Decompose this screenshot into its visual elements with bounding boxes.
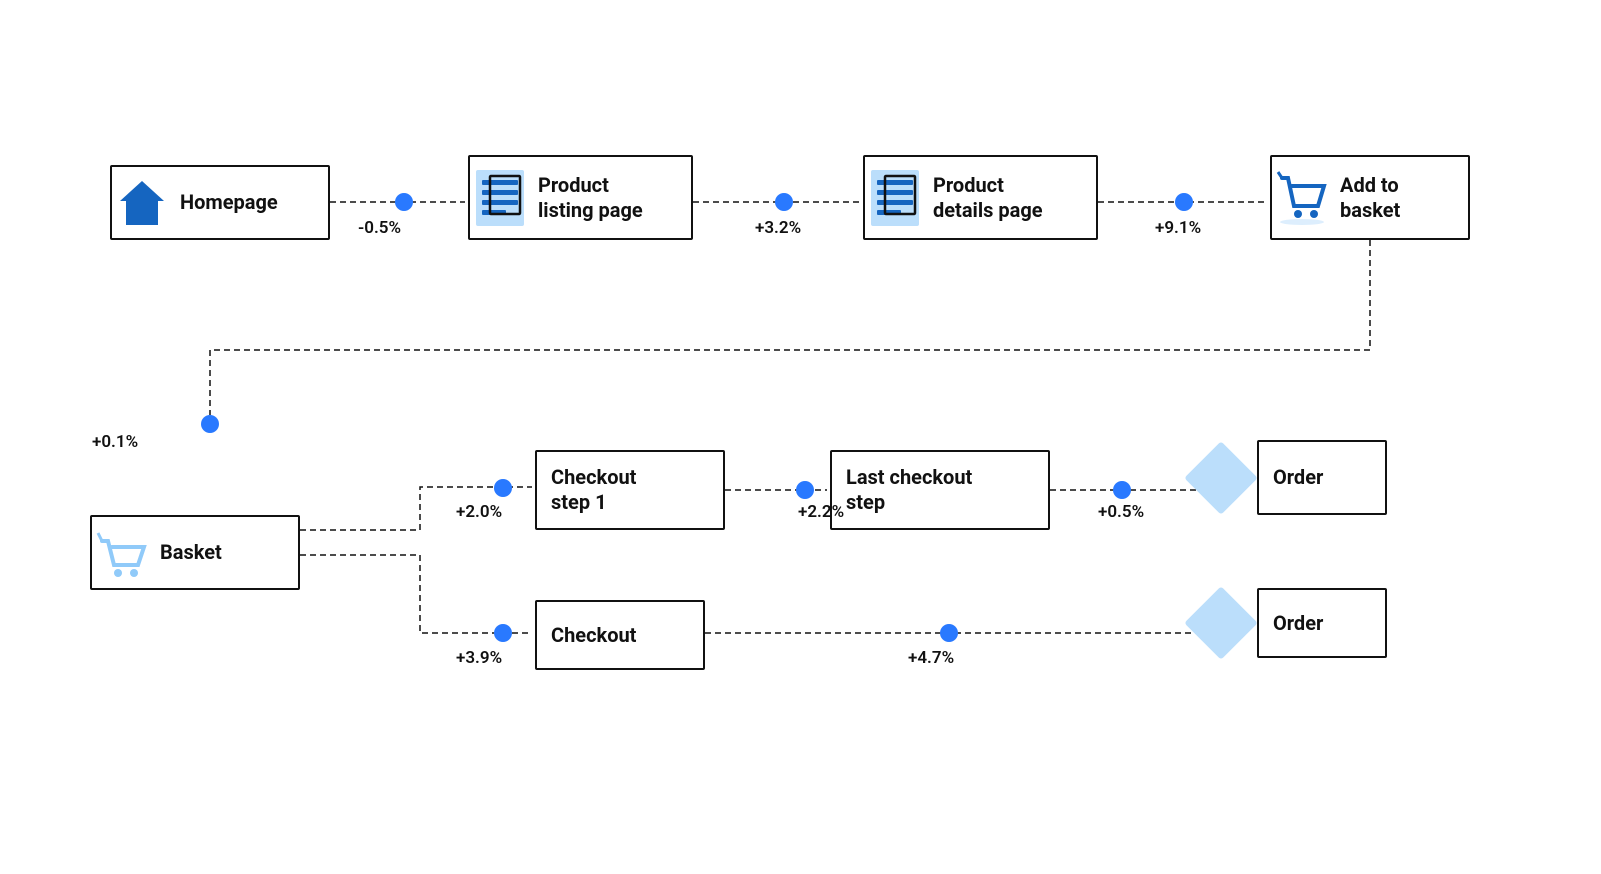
node-order2: Order bbox=[1257, 588, 1387, 658]
order1-diamond-icon bbox=[1184, 441, 1258, 515]
pct-hp-plp: -0.5% bbox=[358, 218, 401, 238]
pct-lcs-order1: +0.5% bbox=[1098, 502, 1144, 522]
pct-pdp-atb: +9.1% bbox=[1155, 218, 1201, 238]
node-checkout-step1: Checkoutstep 1 bbox=[535, 450, 725, 530]
last-checkout-label: Last checkoutstep bbox=[832, 457, 986, 523]
homepage-label: Homepage bbox=[172, 182, 292, 223]
connection-lines bbox=[0, 0, 1601, 874]
flowchart-diagram: Homepage Productlisting page bbox=[0, 0, 1601, 874]
product-listing-label: Productlisting page bbox=[530, 165, 657, 231]
order2-label: Order bbox=[1259, 603, 1337, 644]
home-icon bbox=[112, 173, 172, 233]
pct-cs1-lcs: +2.2% bbox=[798, 502, 844, 522]
checkout-label: Checkout bbox=[537, 615, 650, 656]
dot-hp-plp bbox=[395, 193, 413, 211]
pct-basket-cs1: +2.0% bbox=[456, 502, 502, 522]
dot-lcs-order1 bbox=[1113, 481, 1131, 499]
dot-plp-pdp bbox=[775, 193, 793, 211]
dot-checkout-order2 bbox=[940, 624, 958, 642]
dot-pdp-atb bbox=[1175, 193, 1193, 211]
node-basket: Basket bbox=[90, 515, 300, 590]
pct-atb-basket: +0.1% bbox=[92, 432, 138, 452]
node-order1-group: Order bbox=[1195, 440, 1387, 515]
order2-diamond-icon bbox=[1184, 586, 1258, 660]
node-last-checkout: Last checkoutstep bbox=[830, 450, 1050, 530]
checkout-step1-label: Checkoutstep 1 bbox=[537, 457, 650, 523]
dot-basket-top bbox=[201, 415, 219, 433]
node-order2-group: Order bbox=[1195, 588, 1387, 658]
pct-plp-pdp: +3.2% bbox=[755, 218, 801, 238]
node-product-details: Productdetails page bbox=[863, 155, 1098, 240]
node-product-listing: Productlisting page bbox=[468, 155, 693, 240]
add-to-basket-icon bbox=[1272, 168, 1332, 228]
basket-icon bbox=[92, 523, 152, 583]
pct-basket-checkout: +3.9% bbox=[456, 648, 502, 668]
node-add-to-basket: Add tobasket bbox=[1270, 155, 1470, 240]
order1-label: Order bbox=[1259, 457, 1337, 498]
product-details-label: Productdetails page bbox=[925, 165, 1057, 231]
node-homepage: Homepage bbox=[110, 165, 330, 240]
basket-label: Basket bbox=[152, 532, 236, 573]
pct-checkout-order2: +4.7% bbox=[908, 648, 954, 668]
dot-cs1-lcs bbox=[796, 481, 814, 499]
dot-basket-cs1 bbox=[494, 479, 512, 497]
node-order1: Order bbox=[1257, 440, 1387, 515]
product-listing-icon bbox=[470, 168, 530, 228]
product-details-icon bbox=[865, 168, 925, 228]
add-to-basket-label: Add tobasket bbox=[1332, 165, 1414, 231]
node-checkout: Checkout bbox=[535, 600, 705, 670]
dot-basket-checkout bbox=[494, 624, 512, 642]
